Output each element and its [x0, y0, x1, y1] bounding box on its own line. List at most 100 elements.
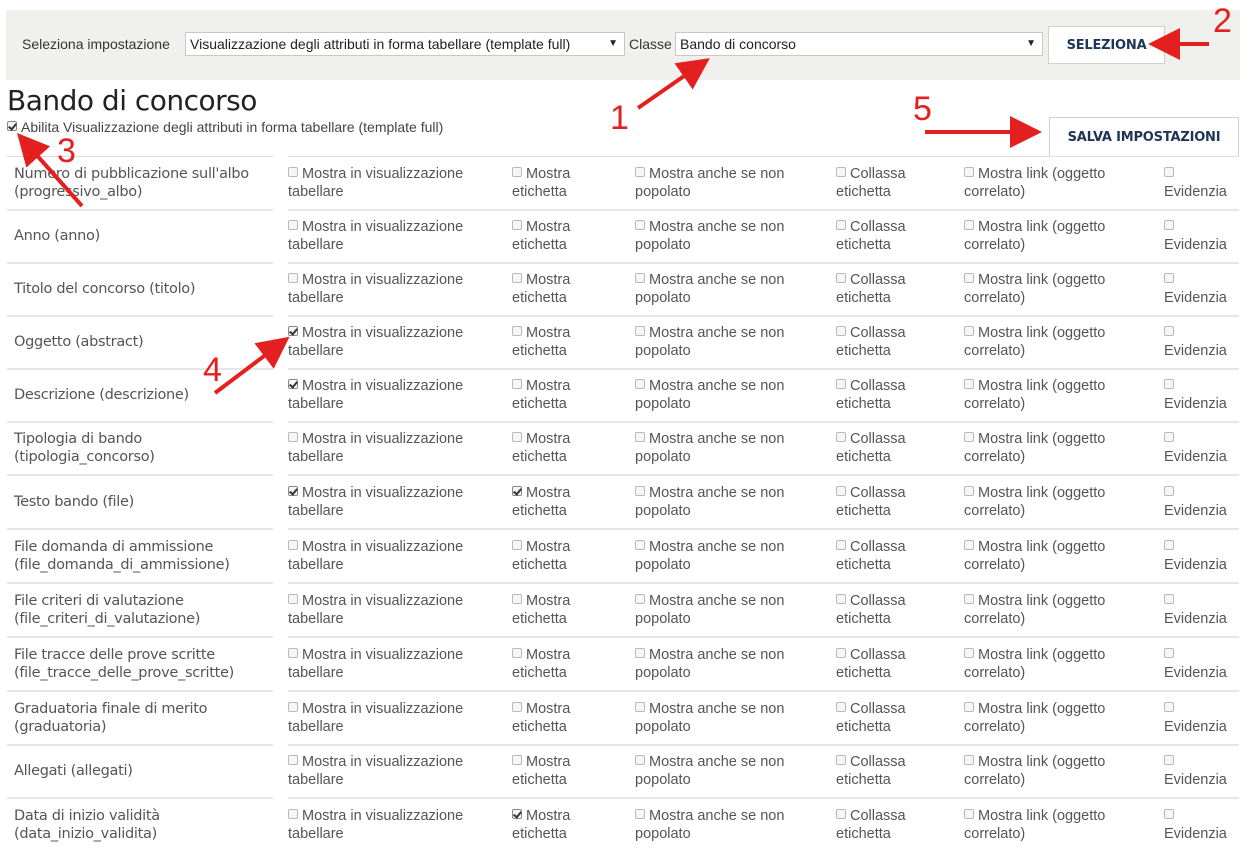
- option-show-label[interactable]: Mostra etichetta: [512, 743, 635, 798]
- option-checkbox[interactable]: [635, 220, 645, 230]
- option-show-table[interactable]: Mostra in visualizzazione tabellare: [288, 314, 512, 369]
- option-show-empty[interactable]: Mostra anche se non popolato: [635, 581, 836, 637]
- option-highlight[interactable]: Evidenzia: [1164, 420, 1239, 475]
- option-checkbox[interactable]: [288, 220, 298, 230]
- option-checkbox[interactable]: [512, 701, 522, 712]
- option-checkbox[interactable]: [836, 647, 846, 658]
- option-checkbox[interactable]: [1164, 326, 1174, 336]
- option-checkbox[interactable]: [512, 755, 522, 765]
- option-checkbox[interactable]: [512, 808, 522, 819]
- option-checkbox[interactable]: [964, 701, 974, 712]
- option-show-link[interactable]: Mostra link (oggetto correlato): [964, 635, 1164, 691]
- option-checkbox[interactable]: [635, 755, 645, 765]
- option-highlight[interactable]: Evidenzia: [1164, 581, 1239, 637]
- option-highlight[interactable]: Evidenzia: [1164, 796, 1239, 851]
- option-checkbox[interactable]: [512, 379, 522, 389]
- option-collapse[interactable]: Collassa etichetta: [836, 473, 964, 529]
- option-show-empty[interactable]: Mostra anche se non popolato: [635, 261, 836, 316]
- option-collapse[interactable]: Collassa etichetta: [836, 527, 964, 583]
- option-checkbox[interactable]: [288, 808, 298, 819]
- option-checkbox[interactable]: [964, 808, 974, 819]
- option-checkbox[interactable]: [635, 701, 645, 712]
- option-checkbox[interactable]: [836, 326, 846, 336]
- option-checkbox[interactable]: [288, 166, 298, 177]
- option-checkbox[interactable]: [1164, 220, 1174, 230]
- option-checkbox[interactable]: [836, 593, 846, 604]
- option-checkbox[interactable]: [1164, 647, 1174, 658]
- option-show-table[interactable]: Mostra in visualizzazione tabellare: [288, 208, 512, 263]
- option-show-link[interactable]: Mostra link (oggetto correlato): [964, 527, 1164, 583]
- option-show-empty[interactable]: Mostra anche se non popolato: [635, 473, 836, 529]
- option-checkbox[interactable]: [512, 273, 522, 283]
- option-show-table[interactable]: Mostra in visualizzazione tabellare: [288, 473, 512, 529]
- option-checkbox[interactable]: [512, 166, 522, 177]
- option-checkbox[interactable]: [836, 701, 846, 712]
- option-checkbox[interactable]: [1164, 539, 1174, 550]
- option-checkbox[interactable]: [512, 539, 522, 550]
- option-show-label[interactable]: Mostra etichetta: [512, 796, 635, 851]
- option-checkbox[interactable]: [1164, 379, 1174, 389]
- option-show-label[interactable]: Mostra etichetta: [512, 527, 635, 583]
- option-checkbox[interactable]: [964, 432, 974, 442]
- option-highlight[interactable]: Evidenzia: [1164, 635, 1239, 691]
- class-select[interactable]: Bando di concorso ▼: [675, 32, 1043, 56]
- option-checkbox[interactable]: [635, 326, 645, 336]
- option-show-table[interactable]: Mostra in visualizzazione tabellare: [288, 420, 512, 475]
- option-checkbox[interactable]: [836, 166, 846, 177]
- option-checkbox[interactable]: [964, 647, 974, 658]
- option-checkbox[interactable]: [836, 755, 846, 765]
- enable-checkbox[interactable]: [7, 121, 17, 131]
- option-highlight[interactable]: Evidenzia: [1164, 314, 1239, 369]
- option-checkbox[interactable]: [512, 432, 522, 442]
- option-checkbox[interactable]: [836, 220, 846, 230]
- option-collapse[interactable]: Collassa etichetta: [836, 743, 964, 798]
- option-checkbox[interactable]: [288, 379, 298, 389]
- option-collapse[interactable]: Collassa etichetta: [836, 261, 964, 316]
- option-checkbox[interactable]: [635, 485, 645, 496]
- option-show-empty[interactable]: Mostra anche se non popolato: [635, 156, 836, 210]
- option-checkbox[interactable]: [1164, 273, 1174, 283]
- option-checkbox[interactable]: [635, 273, 645, 283]
- option-checkbox[interactable]: [836, 273, 846, 283]
- option-collapse[interactable]: Collassa etichetta: [836, 689, 964, 745]
- option-show-empty[interactable]: Mostra anche se non popolato: [635, 314, 836, 369]
- option-checkbox[interactable]: [288, 432, 298, 442]
- option-show-link[interactable]: Mostra link (oggetto correlato): [964, 689, 1164, 745]
- option-collapse[interactable]: Collassa etichetta: [836, 635, 964, 691]
- option-checkbox[interactable]: [1164, 755, 1174, 765]
- option-checkbox[interactable]: [635, 593, 645, 604]
- option-highlight[interactable]: Evidenzia: [1164, 367, 1239, 422]
- option-highlight[interactable]: Evidenzia: [1164, 261, 1239, 316]
- option-checkbox[interactable]: [635, 808, 645, 819]
- option-highlight[interactable]: Evidenzia: [1164, 527, 1239, 583]
- option-checkbox[interactable]: [635, 379, 645, 389]
- option-show-link[interactable]: Mostra link (oggetto correlato): [964, 581, 1164, 637]
- option-show-label[interactable]: Mostra etichetta: [512, 635, 635, 691]
- option-show-table[interactable]: Mostra in visualizzazione tabellare: [288, 581, 512, 637]
- option-show-link[interactable]: Mostra link (oggetto correlato): [964, 261, 1164, 316]
- option-show-label[interactable]: Mostra etichetta: [512, 689, 635, 745]
- option-show-empty[interactable]: Mostra anche se non popolato: [635, 527, 836, 583]
- option-collapse[interactable]: Collassa etichetta: [836, 156, 964, 210]
- option-show-link[interactable]: Mostra link (oggetto correlato): [964, 314, 1164, 369]
- option-checkbox[interactable]: [1164, 701, 1174, 712]
- option-show-table[interactable]: Mostra in visualizzazione tabellare: [288, 156, 512, 210]
- option-show-table[interactable]: Mostra in visualizzazione tabellare: [288, 689, 512, 745]
- option-checkbox[interactable]: [964, 485, 974, 496]
- option-checkbox[interactable]: [1164, 166, 1174, 177]
- option-checkbox[interactable]: [512, 326, 522, 336]
- option-checkbox[interactable]: [1164, 432, 1174, 442]
- option-show-link[interactable]: Mostra link (oggetto correlato): [964, 796, 1164, 851]
- option-show-label[interactable]: Mostra etichetta: [512, 367, 635, 422]
- option-collapse[interactable]: Collassa etichetta: [836, 314, 964, 369]
- option-show-label[interactable]: Mostra etichetta: [512, 420, 635, 475]
- option-checkbox[interactable]: [635, 432, 645, 442]
- option-highlight[interactable]: Evidenzia: [1164, 156, 1239, 210]
- option-checkbox[interactable]: [1164, 485, 1174, 496]
- option-highlight[interactable]: Evidenzia: [1164, 208, 1239, 263]
- option-checkbox[interactable]: [512, 220, 522, 230]
- option-checkbox[interactable]: [964, 593, 974, 604]
- option-show-empty[interactable]: Mostra anche se non popolato: [635, 635, 836, 691]
- option-checkbox[interactable]: [512, 485, 522, 496]
- save-settings-button[interactable]: SALVA IMPOSTAZIONI: [1049, 117, 1239, 157]
